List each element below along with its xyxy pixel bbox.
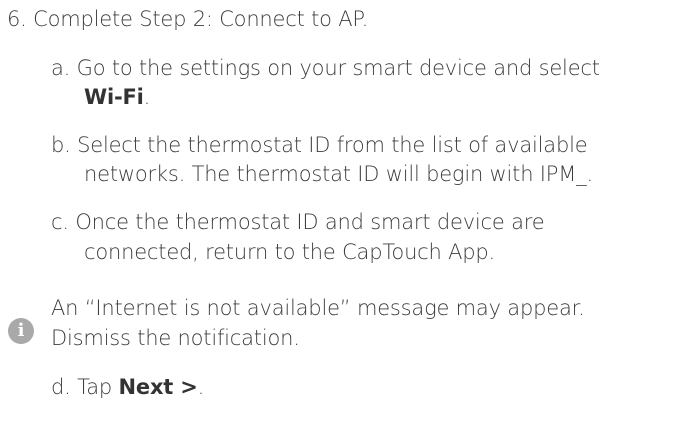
substep-a-continued: Wi-Fi. [84, 82, 150, 112]
substep-marker: a. [51, 56, 71, 80]
substep-punctuation: . [143, 85, 151, 109]
substep-d: d. Tap Next >. [51, 372, 204, 402]
substep-text: connected, return to the CapTouch App. [84, 240, 496, 264]
substep-punctuation: . [197, 375, 205, 399]
note-line-1: An “Internet is not available” message m… [51, 293, 585, 323]
note-line-2: Dismiss the notification. [51, 323, 300, 353]
substep-c-continued: connected, return to the CapTouch App. [84, 237, 495, 267]
substep-c: c. Once the thermostat ID and smart devi… [51, 207, 545, 237]
note-text: Dismiss the notification. [51, 326, 300, 350]
substep-b: b. Select the thermostat ID from the lis… [51, 130, 588, 160]
step-text: Complete Step 2: Connect to AP. [33, 7, 369, 31]
note-text: An “Internet is not available” message m… [51, 296, 585, 320]
next-label: Next > [118, 375, 198, 399]
substep-marker: d. [51, 375, 71, 399]
substep-marker: b. [51, 133, 71, 157]
substep-a: a. Go to the settings on your smart devi… [51, 53, 600, 83]
substep-marker: c. [51, 210, 69, 234]
substep-text: Select the thermostat ID from the list o… [77, 133, 588, 157]
step-number: 6. [7, 7, 27, 31]
substep-b-continued: networks. The thermostat ID will begin w… [84, 159, 593, 189]
info-icon: i [8, 318, 34, 344]
substep-text: Go to the settings on your smart device … [76, 56, 600, 80]
substep-text: Once the thermostat ID and smart device … [75, 210, 545, 234]
wifi-label: Wi-Fi [84, 85, 144, 109]
substep-text: Tap [77, 375, 119, 399]
substep-text: networks. The thermostat ID will begin w… [84, 162, 593, 186]
step-6: 6. Complete Step 2: Connect to AP. [7, 4, 368, 34]
